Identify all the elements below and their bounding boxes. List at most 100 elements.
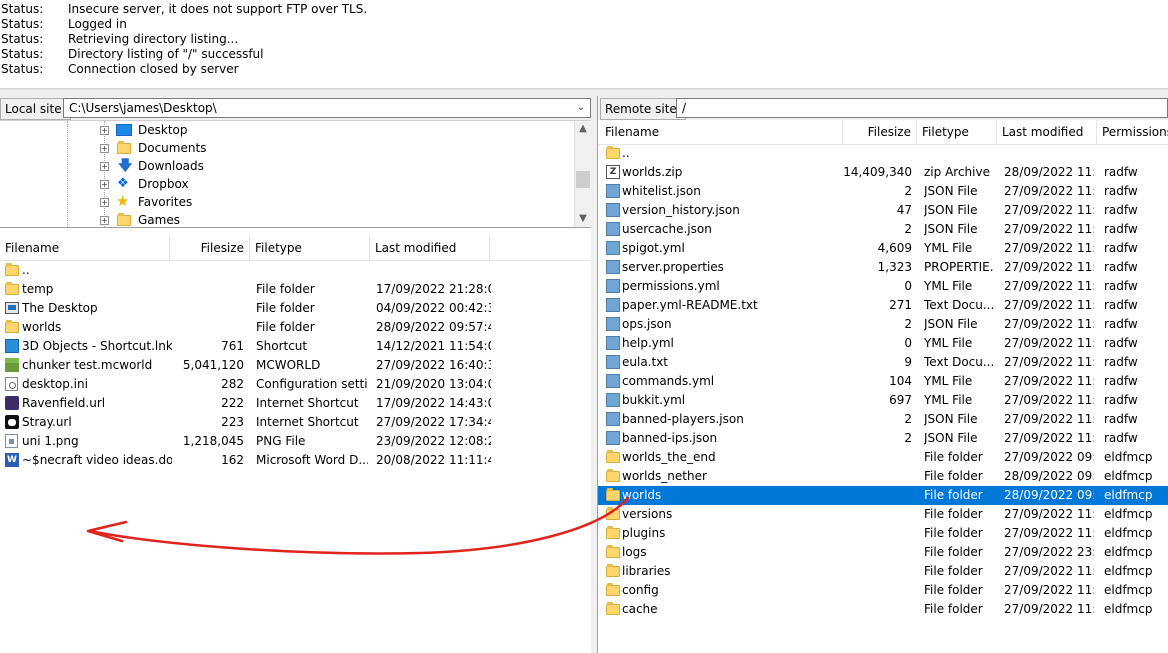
expand-icon[interactable]: +: [100, 144, 109, 153]
column-last-modified[interactable]: Last modified: [370, 236, 490, 260]
scroll-up-icon[interactable]: ▲: [575, 121, 591, 137]
file-row[interactable]: commands.yml 104 YML File 27/09/2022 11:...…: [598, 372, 1168, 391]
remote-file-list[interactable]: Filename Filesize Filetype Last modified…: [598, 120, 1168, 653]
file-icon: [606, 336, 620, 350]
cell: 104: [889, 374, 912, 388]
status-key: Status:: [1, 32, 44, 46]
expand-icon[interactable]: +: [100, 180, 109, 189]
file-row[interactable]: bukkit.yml 697 YML File 27/09/2022 11:... ra…: [598, 391, 1168, 410]
file-row[interactable]: libraries File folder 27/09/2022 11:... eld…: [598, 562, 1168, 581]
local-file-list[interactable]: Filename Filesize Filetype Last modified…: [0, 236, 591, 653]
cell: 27/09/2022 11:...: [1004, 336, 1094, 350]
cell: Internet Shortcut: [256, 396, 359, 410]
file-row[interactable]: ..: [0, 261, 591, 280]
cell: banned-players.json: [622, 412, 744, 426]
file-row[interactable]: server.properties 1,323 PROPERTIE... 27/09/…: [598, 258, 1168, 277]
file-row[interactable]: W ~$necraft video ideas.docx 162 Microsoft …: [0, 451, 591, 470]
expand-icon[interactable]: +: [100, 126, 109, 135]
cell: 27/09/2022 11:...: [1004, 298, 1094, 312]
cell: chunker test.mcworld: [22, 358, 153, 372]
column-filetype[interactable]: Filetype: [250, 236, 370, 260]
local-site-label: Local site:: [0, 98, 71, 120]
file-row[interactable]: version_history.json 47 JSON File 27/09/202…: [598, 201, 1168, 220]
file-row[interactable]: ops.json 2 JSON File 27/09/2022 11:... radfw: [598, 315, 1168, 334]
cell: radfw: [1104, 298, 1138, 312]
expand-icon[interactable]: +: [100, 162, 109, 171]
file-row[interactable]: config File folder 27/09/2022 11:... eldfmc…: [598, 581, 1168, 600]
scroll-down-icon[interactable]: ▼: [575, 211, 591, 227]
file-row[interactable]: temp File folder 17/09/2022 21:28:00: [0, 280, 591, 299]
folder-icon: [606, 507, 620, 520]
cell: 27/09/2022 11:...: [1004, 222, 1094, 236]
cell: 223: [221, 415, 244, 429]
file-row[interactable]: eula.txt 9 Text Docu... 27/09/2022 11:... ra…: [598, 353, 1168, 372]
file-icon: [5, 339, 19, 353]
cell: eldfmcp: [1104, 545, 1153, 559]
file-row[interactable]: worlds_nether File folder 28/09/2022 09:..…: [598, 467, 1168, 486]
file-row[interactable]: uni 1.png 1,218,045 PNG File 23/09/2022 12:…: [0, 432, 591, 451]
column-filesize[interactable]: Filesize: [843, 120, 917, 144]
chevron-down-icon[interactable]: ⌄: [574, 99, 588, 117]
cell: 27/09/2022 11:...: [1004, 184, 1094, 198]
file-row[interactable]: whitelist.json 2 JSON File 27/09/2022 11:..…: [598, 182, 1168, 201]
file-row[interactable]: Stray.url 223 Internet Shortcut 27/09/2022 …: [0, 413, 591, 432]
tree-item-label: Dropbox: [138, 177, 189, 191]
file-icon: [606, 241, 620, 255]
cell: eldfmcp: [1104, 602, 1153, 616]
cell: config: [622, 583, 659, 597]
cell: zip Archive: [924, 165, 990, 179]
expand-icon[interactable]: +: [100, 216, 109, 225]
file-row[interactable]: cache File folder 27/09/2022 11:... eldfmcp: [598, 600, 1168, 619]
file-row[interactable]: ..: [598, 144, 1168, 163]
column-filetype[interactable]: Filetype: [917, 120, 997, 144]
cell: JSON File: [924, 203, 978, 217]
cell: 27/09/2022 16:40:37: [376, 358, 491, 372]
cell: radfw: [1104, 336, 1138, 350]
remote-path-input[interactable]: /: [676, 98, 1168, 118]
cell: 2: [904, 317, 912, 331]
local-path-input[interactable]: C:\Users\james\Desktop\ ⌄: [63, 98, 591, 118]
folder-icon: [606, 469, 620, 482]
column-filename[interactable]: Filename: [600, 120, 843, 144]
column-permissions[interactable]: Permissions: [1097, 120, 1168, 144]
scroll-thumb[interactable]: [576, 171, 590, 188]
cell: 2: [904, 431, 912, 445]
cell: File folder: [256, 282, 315, 296]
file-row-selected[interactable]: worlds File folder 28/09/2022 09:... eldfmc…: [598, 486, 1168, 505]
column-filesize[interactable]: Filesize: [170, 236, 250, 260]
file-row[interactable]: usercache.json 2 JSON File 27/09/2022 11:..…: [598, 220, 1168, 239]
file-row[interactable]: banned-players.json 2 JSON File 27/09/2022 …: [598, 410, 1168, 429]
cell: [843, 562, 912, 581]
cell: worlds.zip: [622, 165, 683, 179]
local-list-header: Filename Filesize Filetype Last modified: [0, 236, 591, 261]
file-row[interactable]: worlds File folder 28/09/2022 09:57:48: [0, 318, 591, 337]
file-row[interactable]: help.yml 0 YML File 27/09/2022 11:... radfw: [598, 334, 1168, 353]
cell: 27/09/2022 11:...: [1004, 203, 1094, 217]
file-row[interactable]: Ravenfield.url 222 Internet Shortcut 17/09/…: [0, 394, 591, 413]
cell: 27/09/2022 11:...: [1004, 260, 1094, 274]
file-row[interactable]: The Desktop File folder 04/09/2022 00:42:3…: [0, 299, 591, 318]
local-directory-tree[interactable]: + Desktop + Documents + 🡇 Downloads + ❖ …: [0, 120, 591, 228]
column-last-modified[interactable]: Last modified: [997, 120, 1097, 144]
tree-scrollbar[interactable]: ▲ ▼: [574, 121, 591, 227]
file-icon: [606, 222, 620, 236]
file-row[interactable]: permissions.yml 0 YML File 27/09/2022 11:..…: [598, 277, 1168, 296]
zip-archive-icon: Z: [606, 165, 620, 179]
column-filename[interactable]: Filename: [0, 236, 170, 260]
file-row[interactable]: logs File folder 27/09/2022 23:... eldfmcp: [598, 543, 1168, 562]
file-row[interactable]: banned-ips.json 2 JSON File 27/09/2022 11:.…: [598, 429, 1168, 448]
file-row[interactable]: 3D Objects - Shortcut.lnk 761 Shortcut 14/1…: [0, 337, 591, 356]
file-row[interactable]: chunker test.mcworld 5,041,120 MCWORLD 27/0…: [0, 356, 591, 375]
file-row[interactable]: versions File folder 27/09/2022 11:... eldf…: [598, 505, 1168, 524]
file-row[interactable]: Zworlds.zip 14,409,340 zip Archive 28/09/20…: [598, 163, 1168, 182]
expand-icon[interactable]: +: [100, 198, 109, 207]
file-row[interactable]: paper.yml-README.txt 271 Text Docu... 27/09…: [598, 296, 1168, 315]
file-row[interactable]: plugins File folder 27/09/2022 11:... eldfm…: [598, 524, 1168, 543]
cell: File folder: [924, 564, 983, 578]
file-row[interactable]: spigot.yml 4,609 YML File 27/09/2022 11:...…: [598, 239, 1168, 258]
desktop-monitor-icon: [116, 124, 132, 136]
cell: [843, 448, 912, 467]
file-row[interactable]: desktop.ini 282 Configuration setti... 21/0…: [0, 375, 591, 394]
file-row[interactable]: worlds_the_end File folder 27/09/2022 09:.…: [598, 448, 1168, 467]
cell: 27/09/2022 11:...: [1004, 317, 1094, 331]
